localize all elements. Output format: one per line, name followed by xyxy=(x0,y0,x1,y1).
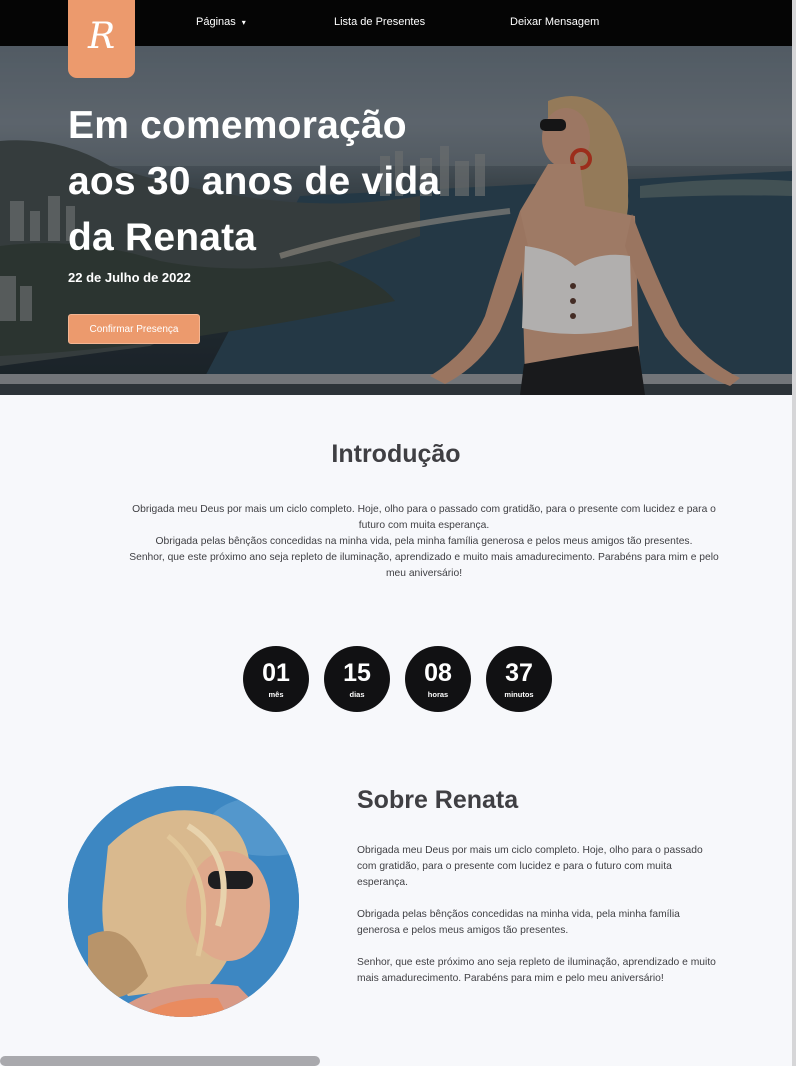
countdown-minutes: 37 minutos xyxy=(486,646,552,712)
about-paragraph: Obrigada meu Deus por mais um ciclo comp… xyxy=(357,845,703,888)
event-date: 22 de Julho de 2022 xyxy=(68,270,191,285)
about-text: Obrigada meu Deus por mais um ciclo comp… xyxy=(357,843,717,1003)
hero-title: Em comemoração aos 30 anos de vida da Re… xyxy=(68,104,441,259)
about-photo xyxy=(68,786,299,1017)
intro-text: Obrigada meu Deus por mais um ciclo comp… xyxy=(126,502,722,582)
about-title: Sobre Renata xyxy=(357,786,519,814)
vertical-scrollbar-track xyxy=(792,0,796,1066)
intro-line: Obrigada meu Deus por mais um ciclo comp… xyxy=(132,504,716,531)
logo-letter: R xyxy=(87,16,116,57)
countdown-unit: mês xyxy=(268,689,284,699)
hero-banner: Em comemoração aos 30 anos de vida da Re… xyxy=(0,46,792,395)
countdown-value: 08 xyxy=(424,658,452,687)
nav-item-lista-de-presentes[interactable]: Lista de Presentes xyxy=(334,16,425,28)
countdown-unit: minutos xyxy=(504,689,534,699)
countdown-months: 01 mês xyxy=(243,646,309,712)
about-paragraph: Obrigada pelas bênçãos concedidas na min… xyxy=(357,909,680,936)
nav-item-deixar-mensagem[interactable]: Deixar Mensagem xyxy=(510,16,599,28)
countdown-value: 37 xyxy=(505,658,533,687)
countdown-value: 01 xyxy=(262,658,290,687)
about-paragraph: Senhor, que este próximo ano seja replet… xyxy=(357,957,716,984)
intro-line: Obrigada pelas bênçãos concedidas na min… xyxy=(155,536,693,547)
chevron-down-icon: ▾ xyxy=(241,17,246,27)
horizontal-scrollbar[interactable] xyxy=(0,1056,320,1066)
countdown-unit: dias xyxy=(349,689,365,699)
intro-line: Senhor, que este próximo ano seja replet… xyxy=(129,552,719,579)
countdown: 01 mês 15 dias 08 horas 37 minutos xyxy=(243,646,552,712)
renata-portrait-image xyxy=(68,786,299,1017)
countdown-hours: 08 horas xyxy=(405,646,471,712)
countdown-value: 15 xyxy=(343,658,371,687)
countdown-days: 15 dias xyxy=(324,646,390,712)
logo[interactable]: R xyxy=(68,0,135,78)
nav-item-paginas[interactable]: Páginas ▾ xyxy=(196,16,246,28)
nav-item-label: Páginas xyxy=(196,16,236,28)
confirm-presence-button[interactable]: Confirmar Presença xyxy=(68,314,200,344)
intro-title: Introdução xyxy=(331,440,461,468)
page: Páginas ▾ Lista de Presentes Deixar Mensa… xyxy=(0,0,796,1066)
countdown-unit: horas xyxy=(427,689,449,699)
